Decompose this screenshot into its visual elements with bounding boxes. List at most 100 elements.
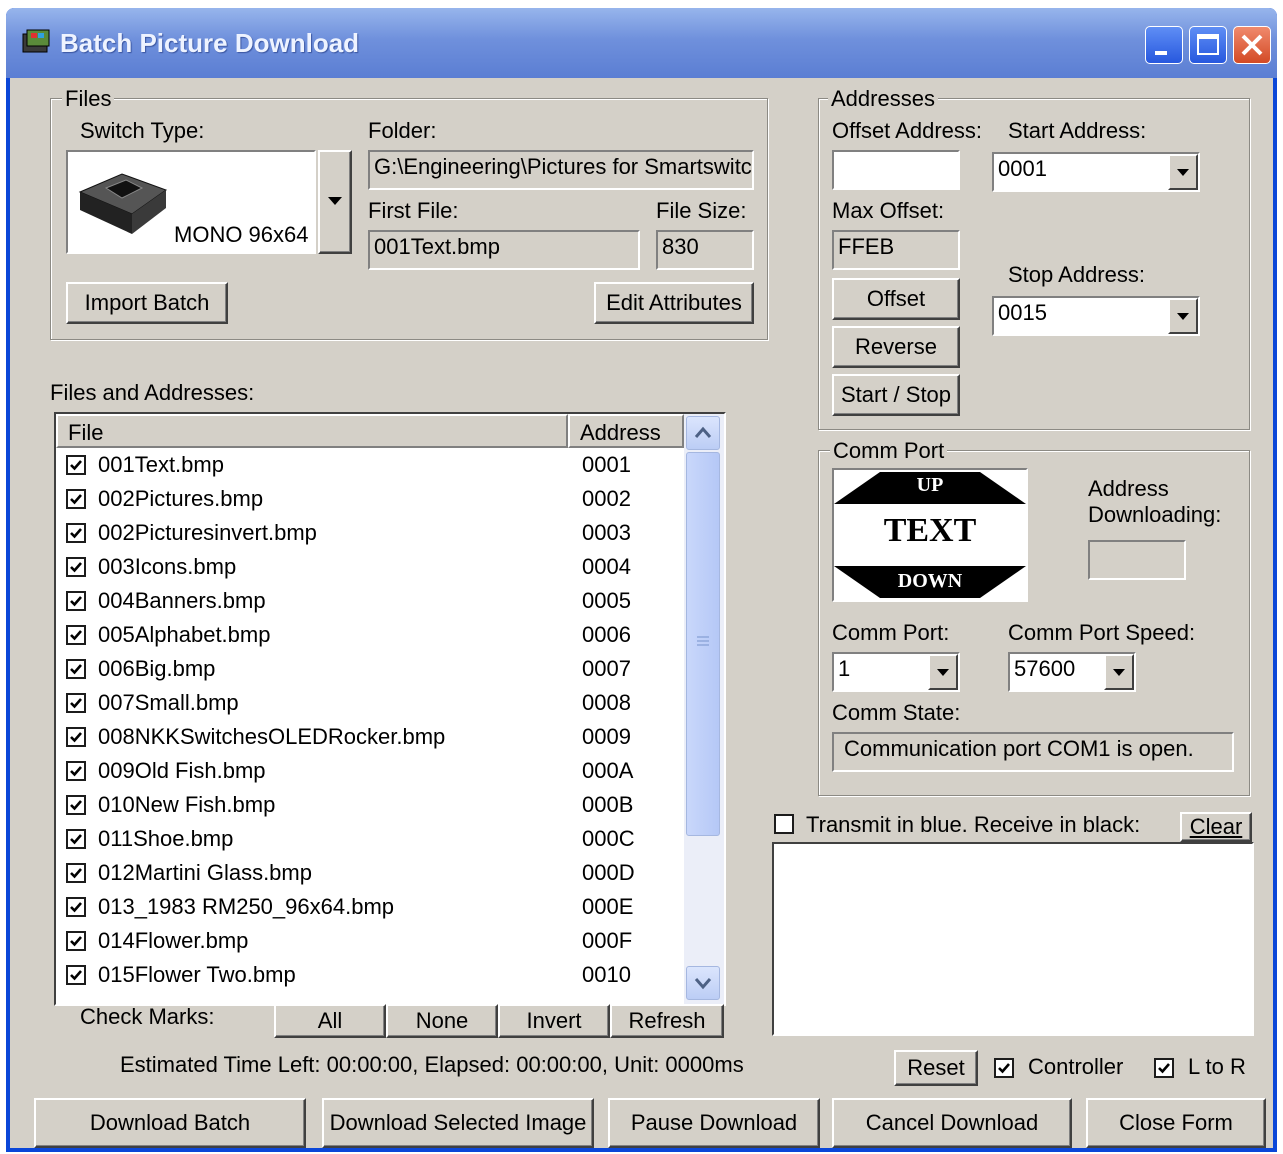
row-checkbox[interactable] [66,761,86,781]
refresh-button[interactable]: Refresh [610,1004,724,1038]
checkmark-icon [70,494,82,505]
table-row[interactable]: 006Big.bmp 0007 [56,652,686,686]
comm-speed-value: 57600 [1014,656,1076,681]
row-address: 0005 [582,588,631,613]
column-header-file[interactable]: File [56,414,568,448]
row-checkbox[interactable] [66,727,86,747]
chevron-down-icon [694,978,712,990]
row-checkbox[interactable] [66,795,86,815]
row-address: 0007 [582,656,631,681]
comm-speed-dropdown-button[interactable] [1104,654,1134,690]
row-file-name: 014Flower.bmp [98,928,249,953]
address-downloading-field[interactable] [1088,540,1186,580]
list-scrollbar[interactable] [684,414,724,1004]
switch-device-icon [78,173,168,234]
folder-field[interactable]: G:\Engineering\Pictures for Smartswitch [368,150,754,190]
controller-checkbox[interactable] [994,1058,1014,1078]
table-row[interactable]: 004Banners.bmp 0005 [56,584,686,618]
table-row[interactable]: 005Alphabet.bmp 0006 [56,618,686,652]
row-checkbox[interactable] [66,455,86,475]
comm-port-select[interactable]: 1 [832,652,960,692]
row-checkbox[interactable] [66,965,86,985]
preview-main-text: TEXT [883,512,977,549]
controller-label: Controller [1028,1054,1124,1079]
comm-port-dropdown-button[interactable] [928,654,958,690]
stop-address-value: 0015 [998,300,1047,325]
scroll-thumb[interactable] [686,452,720,836]
download-selected-image-button[interactable]: Download Selected Image [322,1098,594,1148]
max-offset-field[interactable]: FFEB [832,230,960,270]
row-checkbox[interactable] [66,931,86,951]
download-batch-button[interactable]: Download Batch [34,1098,306,1148]
edit-attributes-button[interactable]: Edit Attributes [594,282,754,324]
table-row[interactable]: 001Text.bmp 0001 [56,448,686,482]
scroll-up-button[interactable] [686,416,720,450]
row-checkbox[interactable] [66,523,86,543]
table-row[interactable]: 002Pictures.bmp 0002 [56,482,686,516]
start-address-select[interactable]: 0001 [992,152,1200,192]
l-to-r-checkbox[interactable] [1154,1058,1174,1078]
close-window-button[interactable] [1233,26,1271,64]
transmit-checkbox[interactable] [774,814,794,834]
files-list[interactable]: File Address 001Text.bmp 0001 002Pictures.… [54,412,726,1006]
close-form-button[interactable]: Close Form [1086,1098,1266,1148]
switch-type-dropdown-button[interactable] [318,150,352,254]
offset-address-input[interactable] [832,150,960,190]
row-checkbox[interactable] [66,863,86,883]
table-row[interactable]: 014Flower.bmp 000F [56,924,686,958]
pause-download-button[interactable]: Pause Download [608,1098,820,1148]
row-checkbox[interactable] [66,659,86,679]
comm-speed-select[interactable]: 57600 [1008,652,1136,692]
row-file-name: 013_1983 RM250_96x64.bmp [98,894,395,919]
stop-address-select[interactable]: 0015 [992,296,1200,336]
row-checkbox[interactable] [66,693,86,713]
minimize-button[interactable] [1145,26,1183,64]
table-row[interactable]: 012Martini Glass.bmp 000D [56,856,686,890]
row-checkbox[interactable] [66,897,86,917]
table-row[interactable]: 013_1983 RM250_96x64.bmp 000E [56,890,686,924]
table-row[interactable]: 008NKKSwitchesOLEDRocker.bmp 0009 [56,720,686,754]
files-and-addresses-label: Files and Addresses: [50,380,255,405]
start-stop-button[interactable]: Start / Stop [832,374,960,416]
maximize-button[interactable] [1189,26,1227,64]
table-row[interactable]: 009Old Fish.bmp 000A [56,754,686,788]
table-row[interactable]: 003Icons.bmp 0004 [56,550,686,584]
comm-state-field[interactable]: Communication port COM1 is open. [832,732,1234,772]
reset-button[interactable]: Reset [894,1050,978,1086]
switch-type-display[interactable]: MONO 96x64 [66,150,316,254]
row-checkbox[interactable] [66,489,86,509]
row-file-name: 015Flower Two.bmp [98,962,296,987]
scroll-down-button[interactable] [686,966,720,1000]
chevron-down-icon [1177,313,1189,320]
stop-address-dropdown-button[interactable] [1168,298,1198,334]
check-none-button[interactable]: None [386,1004,498,1038]
offset-button[interactable]: Offset [832,278,960,320]
column-header-address[interactable]: Address [568,414,684,448]
row-address: 0004 [582,554,631,579]
table-row[interactable]: 002Picturesinvert.bmp 0003 [56,516,686,550]
row-file-name: 008NKKSwitchesOLEDRocker.bmp [98,724,446,749]
check-invert-button[interactable]: Invert [498,1004,610,1038]
check-all-button[interactable]: All [274,1004,386,1038]
file-size-field[interactable]: 830 [656,230,754,270]
minimize-icon [1155,51,1167,55]
first-file-field[interactable]: 001Text.bmp [368,230,640,270]
table-row[interactable]: 010New Fish.bmp 000B [56,788,686,822]
table-row[interactable]: 007Small.bmp 0008 [56,686,686,720]
clear-button[interactable]: Clear [1180,812,1252,842]
start-address-dropdown-button[interactable] [1168,154,1198,190]
row-checkbox[interactable] [66,591,86,611]
row-checkbox[interactable] [66,557,86,577]
window-frame: Batch Picture Download Files Switch Type… [6,8,1277,1152]
import-batch-button[interactable]: Import Batch [66,282,228,324]
terminal-output[interactable] [772,842,1254,1036]
title-bar[interactable]: Batch Picture Download [6,8,1277,78]
row-checkbox[interactable] [66,829,86,849]
reverse-button[interactable]: Reverse [832,326,960,368]
row-file-name: 011Shoe.bmp [98,826,234,851]
row-address: 000C [582,826,635,851]
row-checkbox[interactable] [66,625,86,645]
cancel-download-button[interactable]: Cancel Download [832,1098,1072,1148]
table-row[interactable]: 011Shoe.bmp 000C [56,822,686,856]
table-row[interactable]: 015Flower Two.bmp 0010 [56,958,686,992]
